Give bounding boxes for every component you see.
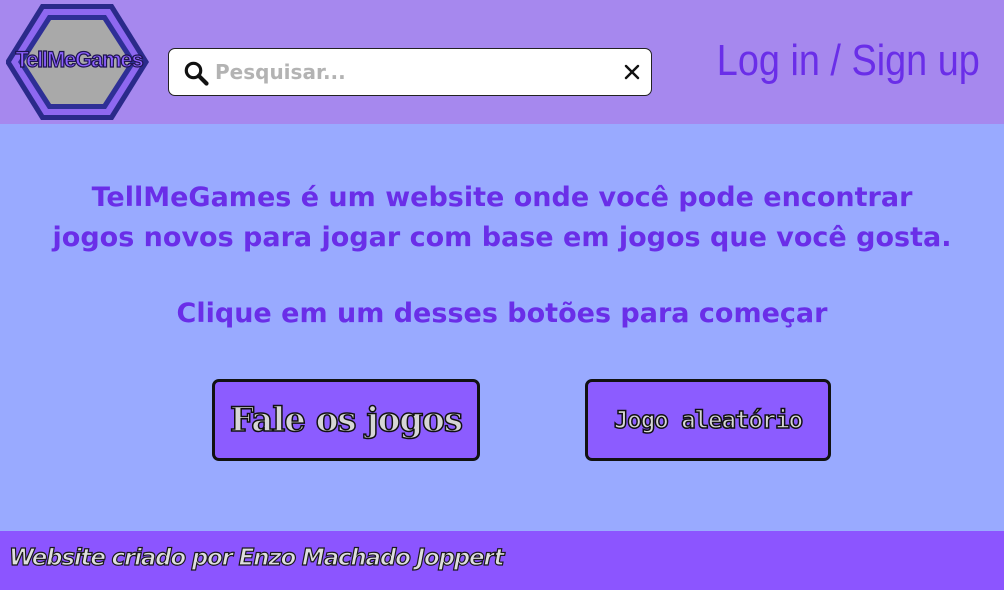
site-header: TellMeGames Log in / Sign up: [0, 0, 1004, 124]
search-bar: [168, 48, 652, 96]
fale-os-jogos-button[interactable]: Fale os jogos: [212, 379, 480, 461]
search-input[interactable]: [215, 55, 605, 89]
intro-text: TellMeGames é um website onde você pode …: [0, 178, 1004, 258]
intro-line-1: TellMeGames é um website onde você pode …: [91, 182, 913, 213]
jogo-aleatorio-button[interactable]: Jogo aleatório: [585, 379, 831, 461]
site-footer: Website criado por Enzo Machado Joppert: [0, 531, 1004, 590]
close-icon[interactable]: [623, 63, 641, 81]
site-logo[interactable]: TellMeGames: [6, 3, 152, 123]
search-icon[interactable]: [183, 60, 209, 86]
logo-text: TellMeGames: [15, 46, 144, 72]
footer-credit: Website criado por Enzo Machado Joppert: [8, 544, 505, 571]
intro-line-2: jogos novos para jogar com base em jogos…: [52, 222, 952, 253]
start-prompt: Clique em um desses botões para começar: [176, 298, 828, 329]
login-signup-link[interactable]: Log in / Sign up: [717, 36, 980, 86]
